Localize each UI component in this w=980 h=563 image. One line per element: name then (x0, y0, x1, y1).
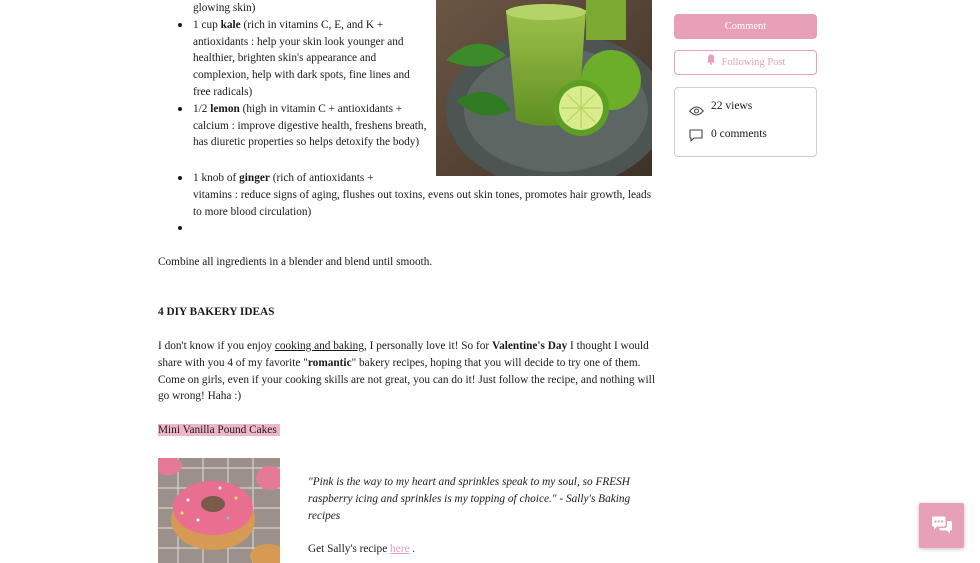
ginger-desc-2: vitamins : reduce signs of aging, flushe… (193, 188, 652, 201)
kale-bold: kale (220, 18, 241, 31)
comments-count: 0 comments (711, 128, 767, 140)
romantic-bold: romantic (307, 356, 352, 369)
intro-text-2: , I personally love it! So for (363, 340, 492, 352)
eye-icon (689, 103, 704, 121)
ingredient-list: glowing skin) 1 cup kale (rich in vitami… (178, 0, 428, 151)
section-heading: 4 DIY BAKERY IDEAS (158, 306, 275, 318)
ginger-bold: ginger (239, 172, 270, 184)
intro-paragraph: I don't know if you enjoy cooking and ba… (158, 338, 658, 405)
bullet-tail: glowing skin) (193, 2, 256, 14)
intro-text-3: I thought I would (567, 340, 649, 352)
valentines-bold: Valentine's Day (492, 340, 568, 352)
recipe-here-link[interactable]: here (390, 543, 409, 555)
chat-icon (931, 516, 953, 541)
list-item-lemon: 1/2 lemon (high in vitamin C + antioxida… (178, 101, 428, 151)
intro-text-6: Come on girls, even if your cooking skil… (158, 373, 655, 386)
kale-qty: 1 cup (193, 18, 221, 31)
views-count: 22 views (711, 100, 753, 112)
following-post-button[interactable]: Following Post (674, 50, 817, 75)
chat-widget-button[interactable] (919, 503, 964, 548)
intro-text-7: go wrong! Haha :) (158, 390, 242, 403)
ginger-qty: 1 knob of (193, 172, 240, 184)
comment-button[interactable]: Comment (674, 14, 817, 39)
get-recipe-text: Get Sally's recipe (308, 543, 391, 555)
green-smoothie-image (436, 0, 652, 176)
get-recipe-line: Get Sally's recipe here . (308, 541, 415, 558)
ginger-desc-1: (rich of antioxidants + (269, 172, 374, 184)
following-post-label: Following Post (721, 57, 786, 68)
combine-instructions: Combine all ingredients in a blender and… (158, 256, 433, 268)
lemon-bold: lemon (210, 102, 240, 115)
ginger-desc-3: to more blood circulation) (193, 205, 312, 218)
recipe-title: Mini Vanilla Pound Cakes (158, 422, 280, 439)
comment-icon (689, 129, 703, 147)
recipe-quote: "Pink is the way to my heart and sprinkl… (308, 476, 631, 522)
recipe-title-highlight: Mini Vanilla Pound Cakes (158, 424, 280, 436)
list-item-kale: 1 cup kale (rich in vitamins C, E, and K… (178, 17, 428, 101)
bell-icon (706, 51, 716, 75)
list-item-ginger: 1 knob of ginger (rich of antioxidants +… (178, 170, 658, 237)
intro-text-1: I don't know if you enjoy (158, 340, 275, 352)
post-stats: 22 views 0 comments (674, 87, 817, 157)
get-recipe-period: . (409, 543, 416, 555)
intro-text-4: share with you 4 of my favorite " (158, 356, 308, 369)
pound-cake-image (158, 458, 280, 563)
intro-text-5: " bakery recipes, hoping that you will d… (351, 356, 641, 369)
lemon-qty: 1/2 (193, 102, 211, 115)
cooking-baking-link[interactable]: cooking and baking (275, 340, 364, 352)
list-item-empty (178, 220, 658, 237)
